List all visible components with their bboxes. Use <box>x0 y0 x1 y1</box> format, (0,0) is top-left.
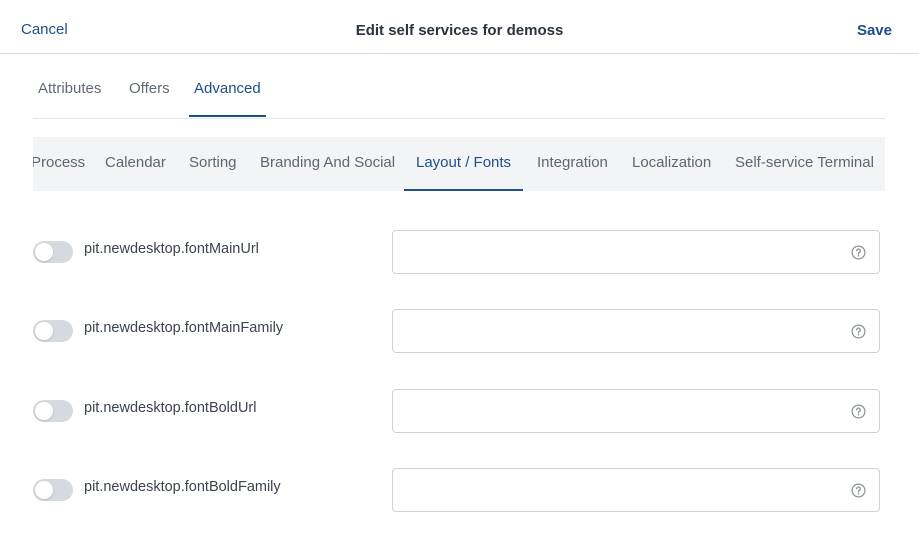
setting-value-input[interactable] <box>403 310 843 352</box>
setting-row-font-bold-family: pit.newdesktop.fontBoldFamily <box>33 468 880 514</box>
setting-value-input[interactable] <box>403 231 843 273</box>
setting-toggle[interactable] <box>33 241 73 263</box>
subtab-self-service-terminal[interactable]: Self-service Terminal <box>735 137 874 191</box>
subtab-layout-fonts[interactable]: Layout / Fonts <box>403 137 524 191</box>
help-circle-icon[interactable] <box>851 245 866 260</box>
subtab-integration[interactable]: Integration <box>537 137 608 191</box>
setting-value-field[interactable] <box>392 389 880 433</box>
subtab-branding-and-social[interactable]: Branding And Social <box>260 137 395 191</box>
setting-value-input[interactable] <box>403 469 843 511</box>
subtab-localization[interactable]: Localization <box>632 137 711 191</box>
save-button[interactable]: Save <box>857 22 892 39</box>
toggle-knob <box>35 322 53 340</box>
toggle-knob <box>35 481 53 499</box>
setting-label: pit.newdesktop.fontMainUrl <box>84 241 259 257</box>
setting-toggle[interactable] <box>33 320 73 342</box>
setting-toggle[interactable] <box>33 400 73 422</box>
setting-label: pit.newdesktop.fontBoldUrl <box>84 400 257 416</box>
setting-value-input[interactable] <box>403 390 843 432</box>
setting-value-field[interactable] <box>392 230 880 274</box>
help-circle-icon[interactable] <box>851 404 866 419</box>
setting-row-font-main-family: pit.newdesktop.fontMainFamily <box>33 309 880 355</box>
toggle-knob <box>35 243 53 261</box>
tab-offers[interactable]: Offers <box>129 54 170 117</box>
tab-advanced[interactable]: Advanced <box>189 54 266 117</box>
subtab-calendar[interactable]: Calendar <box>105 137 166 191</box>
setting-row-font-bold-url: pit.newdesktop.fontBoldUrl <box>33 389 880 435</box>
setting-value-field[interactable] <box>392 309 880 353</box>
subtab-sorting[interactable]: Sorting <box>189 137 237 191</box>
setting-value-field[interactable] <box>392 468 880 512</box>
subtab-process[interactable]: Process <box>33 137 85 191</box>
help-circle-icon[interactable] <box>851 324 866 339</box>
page-title: Edit self services for demoss <box>355 22 564 39</box>
toggle-knob <box>35 402 53 420</box>
help-circle-icon[interactable] <box>851 483 866 498</box>
main-tabs: Attributes Offers Advanced <box>33 54 885 119</box>
header-bar: Cancel Edit self services for demoss Sav… <box>0 0 919 54</box>
sub-tabs: Process Calendar Sorting Branding And So… <box>33 137 885 191</box>
setting-label: pit.newdesktop.fontBoldFamily <box>84 479 281 495</box>
setting-label: pit.newdesktop.fontMainFamily <box>84 320 284 336</box>
setting-toggle[interactable] <box>33 479 73 501</box>
setting-row-font-main-url: pit.newdesktop.fontMainUrl <box>33 230 880 276</box>
tab-attributes[interactable]: Attributes <box>38 54 101 117</box>
